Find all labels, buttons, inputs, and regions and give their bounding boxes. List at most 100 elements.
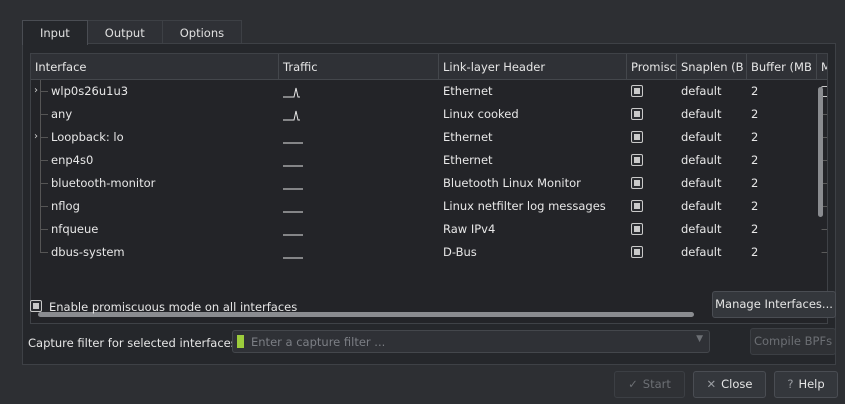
interface-name: nfqueue bbox=[51, 222, 99, 236]
table-row[interactable]: dbus-system D-Bus default2 — bbox=[31, 241, 827, 264]
manage-interfaces-button[interactable]: Manage Interfaces... bbox=[712, 291, 836, 318]
column-header-traffic[interactable]: Traffic bbox=[279, 54, 439, 80]
vertical-scrollbar[interactable] bbox=[818, 87, 823, 217]
column-header-interface[interactable]: Interface bbox=[31, 54, 279, 80]
promisc-checkbox[interactable] bbox=[631, 222, 643, 235]
tab-input[interactable]: Input bbox=[22, 20, 88, 45]
buffer-cell[interactable]: 2 bbox=[747, 149, 817, 172]
table-row[interactable]: bluetooth-monitor Bluetooth Linux Monitor… bbox=[31, 172, 827, 195]
interface-name: any bbox=[51, 107, 73, 121]
link-layer-cell[interactable]: Raw IPv4 bbox=[439, 218, 627, 241]
compile-bpfs-button[interactable]: Compile BPFs bbox=[750, 328, 836, 355]
dialog-footer: ✓ Start ✕ Close ? Help bbox=[0, 365, 845, 404]
capture-filter-input[interactable] bbox=[251, 333, 681, 351]
traffic-sparkline bbox=[279, 80, 439, 103]
promisc-cell[interactable] bbox=[627, 103, 677, 126]
snaplen-cell[interactable]: default bbox=[677, 241, 747, 264]
traffic-sparkline bbox=[279, 195, 439, 218]
interface-name: Loopback: lo bbox=[51, 130, 124, 144]
link-layer-cell[interactable]: Ethernet bbox=[439, 80, 627, 103]
check-icon: ✓ bbox=[628, 377, 638, 391]
buffer-cell[interactable]: 2 bbox=[747, 241, 817, 264]
promisc-cell[interactable] bbox=[627, 172, 677, 195]
interface-name: enp4s0 bbox=[51, 153, 94, 167]
link-layer-cell[interactable]: Ethernet bbox=[439, 149, 627, 172]
buffer-cell[interactable]: 2 bbox=[747, 126, 817, 149]
table-body: › wlp0s26u1u3 Ethernet default 2 any Linux coo… bbox=[31, 80, 827, 264]
column-header-buffer[interactable]: Buffer (MB bbox=[747, 54, 817, 80]
buffer-cell[interactable]: 2 bbox=[747, 172, 817, 195]
promisc-checkbox[interactable] bbox=[631, 84, 643, 97]
capture-filter-field[interactable]: ▼ bbox=[232, 330, 710, 353]
promisc-cell[interactable] bbox=[627, 241, 677, 264]
tab-options[interactable]: Options bbox=[161, 20, 243, 44]
promisc-cell[interactable] bbox=[627, 149, 677, 172]
interface-table[interactable]: Interface Traffic Link-layer Header Prom… bbox=[30, 53, 828, 324]
help-button[interactable]: ? Help bbox=[774, 371, 838, 398]
snaplen-cell[interactable]: default bbox=[677, 172, 747, 195]
promisc-checkbox[interactable] bbox=[631, 199, 643, 212]
promisc-checkbox[interactable] bbox=[631, 130, 643, 143]
bookmark-icon[interactable] bbox=[237, 335, 244, 351]
promisc-checkbox[interactable] bbox=[631, 107, 643, 120]
promisc-cell[interactable] bbox=[627, 218, 677, 241]
interface-cell: › wlp0s26u1u3 bbox=[31, 80, 279, 103]
table-row[interactable]: nflog Linux netfilter log messages default… bbox=[31, 195, 827, 218]
tab-bar: Input Output Options bbox=[22, 20, 243, 45]
monitor-dash: — bbox=[821, 222, 827, 236]
interface-cell: any bbox=[31, 103, 279, 126]
promisc-all-label: Enable promiscuous mode on all interface… bbox=[49, 300, 298, 314]
link-layer-cell[interactable]: Linux netfilter log messages bbox=[439, 195, 627, 218]
chevron-right-icon[interactable]: › bbox=[34, 126, 38, 148]
promisc-all-toggle[interactable]: Enable promiscuous mode on all interface… bbox=[30, 297, 297, 317]
promisc-checkbox[interactable] bbox=[631, 176, 643, 189]
start-button[interactable]: ✓ Start bbox=[614, 371, 685, 398]
snaplen-cell[interactable]: default bbox=[677, 149, 747, 172]
snaplen-cell[interactable]: default bbox=[677, 80, 747, 103]
traffic-sparkline bbox=[279, 126, 439, 149]
promisc-checkbox[interactable] bbox=[631, 245, 643, 258]
promisc-all-checkbox[interactable] bbox=[30, 300, 42, 312]
capture-options-dialog: Input Output Options Interface Traffic L… bbox=[0, 0, 845, 404]
table-row[interactable]: › wlp0s26u1u3 Ethernet default 2 bbox=[31, 80, 827, 103]
close-button[interactable]: ✕ Close bbox=[693, 371, 766, 398]
chevron-right-icon[interactable]: › bbox=[34, 80, 38, 102]
monitor-cell[interactable]: — bbox=[817, 241, 827, 264]
table-header: Interface Traffic Link-layer Header Prom… bbox=[31, 54, 827, 80]
monitor-cell[interactable]: — bbox=[817, 218, 827, 241]
promisc-cell[interactable] bbox=[627, 80, 677, 103]
buffer-cell[interactable]: 2 bbox=[747, 195, 817, 218]
table-row[interactable]: nfqueue Raw IPv4 default2 — bbox=[31, 218, 827, 241]
chevron-down-icon[interactable]: ▼ bbox=[696, 334, 703, 344]
input-tab-pane: Interface Traffic Link-layer Header Prom… bbox=[22, 43, 836, 365]
promisc-checkbox[interactable] bbox=[631, 153, 643, 166]
tree-connector bbox=[37, 218, 48, 241]
column-header-snaplen[interactable]: Snaplen (B bbox=[677, 54, 747, 80]
snaplen-cell[interactable]: default bbox=[677, 126, 747, 149]
column-header-promisc[interactable]: Promisc bbox=[627, 54, 677, 80]
tree-connector bbox=[37, 241, 48, 264]
link-layer-cell[interactable]: Linux cooked bbox=[439, 103, 627, 126]
snaplen-cell[interactable]: default bbox=[677, 218, 747, 241]
snaplen-cell[interactable]: default bbox=[677, 103, 747, 126]
table-row[interactable]: anyLinux cookeddefault2— bbox=[31, 103, 827, 126]
monitor-dash: — bbox=[821, 245, 827, 259]
capture-filter-label: Capture filter for selected interfaces: bbox=[28, 336, 241, 350]
column-header-link-layer[interactable]: Link-layer Header bbox=[439, 54, 627, 80]
interface-name: nflog bbox=[51, 199, 80, 213]
link-layer-cell[interactable]: Ethernet bbox=[439, 126, 627, 149]
table-row[interactable]: ›Loopback: loEthernetdefault2— bbox=[31, 126, 827, 149]
buffer-cell[interactable]: 2 bbox=[747, 103, 817, 126]
link-layer-cell[interactable]: D-Bus bbox=[439, 241, 627, 264]
tab-output[interactable]: Output bbox=[86, 20, 163, 44]
promisc-cell[interactable] bbox=[627, 195, 677, 218]
table-row[interactable]: enp4s0Ethernetdefault2— bbox=[31, 149, 827, 172]
buffer-cell[interactable]: 2 bbox=[747, 218, 817, 241]
buffer-cell[interactable]: 2 bbox=[747, 80, 817, 103]
interface-cell: nflog bbox=[31, 195, 279, 218]
promisc-cell[interactable] bbox=[627, 126, 677, 149]
column-header-monitor[interactable]: M bbox=[817, 54, 827, 80]
link-layer-cell[interactable]: Bluetooth Linux Monitor bbox=[439, 172, 627, 195]
traffic-sparkline bbox=[279, 172, 439, 195]
snaplen-cell[interactable]: default bbox=[677, 195, 747, 218]
